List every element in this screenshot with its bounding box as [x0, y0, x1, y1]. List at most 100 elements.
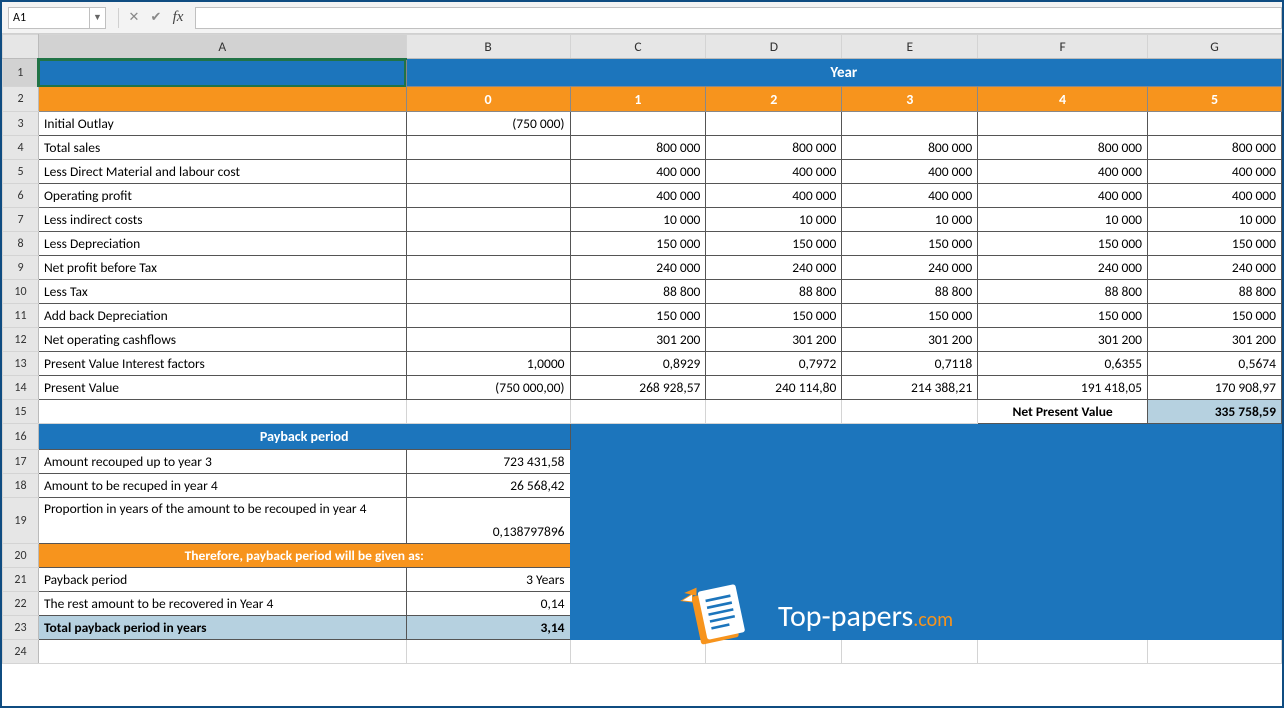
cell[interactable]: 3 Years — [406, 568, 570, 592]
cell[interactable]: 301 200 — [706, 328, 842, 352]
cell[interactable]: 400 000 — [1148, 184, 1282, 208]
label-recuped4[interactable]: Amount to be recuped in year 4 — [38, 474, 406, 498]
cell[interactable] — [570, 640, 706, 664]
cell[interactable] — [706, 640, 842, 664]
row-head-24[interactable]: 24 — [3, 640, 39, 664]
cell[interactable] — [842, 112, 978, 136]
row-head-13[interactable]: 13 — [3, 352, 39, 376]
row-head-14[interactable]: 14 — [3, 376, 39, 400]
cell[interactable]: 800 000 — [842, 136, 978, 160]
cell[interactable]: 88 800 — [706, 280, 842, 304]
cell[interactable] — [978, 112, 1148, 136]
col-head-C[interactable]: C — [570, 35, 706, 59]
cell[interactable]: 10 000 — [706, 208, 842, 232]
cell[interactable] — [570, 400, 706, 424]
label-initial-outlay[interactable]: Initial Outlay — [38, 112, 406, 136]
row-head-4[interactable]: 4 — [3, 136, 39, 160]
cell[interactable]: 800 000 — [570, 136, 706, 160]
cell[interactable]: 150 000 — [706, 304, 842, 328]
cell[interactable]: 0,5674 — [1148, 352, 1282, 376]
cell[interactable] — [978, 640, 1148, 664]
row-head-21[interactable]: 21 — [3, 568, 39, 592]
cell[interactable]: 150 000 — [842, 304, 978, 328]
label-addback[interactable]: Add back Depreciation — [38, 304, 406, 328]
cell[interactable]: 240 000 — [978, 256, 1148, 280]
name-box[interactable]: A1 — [8, 7, 90, 29]
cell-A2[interactable] — [38, 87, 406, 112]
year-header[interactable]: Year — [406, 59, 1281, 87]
cell[interactable] — [406, 280, 570, 304]
cell[interactable]: 400 000 — [570, 160, 706, 184]
cell[interactable]: 240 114,80 — [706, 376, 842, 400]
label-pbperiod[interactable]: Payback period — [38, 568, 406, 592]
cell[interactable]: 0,7118 — [842, 352, 978, 376]
cell[interactable]: 10 000 — [978, 208, 1148, 232]
label-proportion[interactable]: Proportion in years of the amount to be … — [38, 498, 406, 544]
cell[interactable] — [1148, 112, 1282, 136]
col-head-B[interactable]: B — [406, 35, 570, 59]
cell[interactable]: 1,0000 — [406, 352, 570, 376]
label-pvif[interactable]: Present Value Interest factors — [38, 352, 406, 376]
cell[interactable]: 400 000 — [842, 184, 978, 208]
row-head-16[interactable]: 16 — [3, 424, 39, 450]
fx-icon[interactable]: fx — [167, 7, 189, 29]
row-head-17[interactable]: 17 — [3, 450, 39, 474]
cell[interactable] — [570, 112, 706, 136]
cell[interactable]: 150 000 — [978, 304, 1148, 328]
label-op-profit[interactable]: Operating profit — [38, 184, 406, 208]
cell[interactable]: 301 200 — [1148, 328, 1282, 352]
cell[interactable] — [406, 208, 570, 232]
row-head-22[interactable]: 22 — [3, 592, 39, 616]
cell[interactable] — [406, 136, 570, 160]
cell[interactable]: 150 000 — [1148, 304, 1282, 328]
spreadsheet-grid[interactable]: A B C D E F G 1 Year 2 0 1 2 3 4 5 3 Ini… — [2, 34, 1282, 664]
row-head-9[interactable]: 9 — [3, 256, 39, 280]
cell[interactable] — [1148, 640, 1282, 664]
cell[interactable]: 301 200 — [842, 328, 978, 352]
cell[interactable]: 150 000 — [570, 304, 706, 328]
cell[interactable] — [706, 400, 842, 424]
formula-input[interactable] — [195, 7, 1282, 29]
label-recouped3[interactable]: Amount recouped up to year 3 — [38, 450, 406, 474]
row-head-10[interactable]: 10 — [3, 280, 39, 304]
cell[interactable]: 301 200 — [978, 328, 1148, 352]
row-head-23[interactable]: 23 — [3, 616, 39, 640]
cell[interactable] — [406, 304, 570, 328]
row-head-5[interactable]: 5 — [3, 160, 39, 184]
cell[interactable] — [38, 640, 406, 664]
cell[interactable] — [406, 256, 570, 280]
row-head-3[interactable]: 3 — [3, 112, 39, 136]
cell[interactable]: 88 800 — [978, 280, 1148, 304]
cell[interactable]: 170 908,97 — [1148, 376, 1282, 400]
cell[interactable]: 800 000 — [978, 136, 1148, 160]
row-head-20[interactable]: 20 — [3, 544, 39, 568]
row-head-6[interactable]: 6 — [3, 184, 39, 208]
cell[interactable]: 800 000 — [1148, 136, 1282, 160]
cell[interactable]: 400 000 — [570, 184, 706, 208]
cell[interactable] — [406, 232, 570, 256]
cell[interactable]: (750 000,00) — [406, 376, 570, 400]
row-head-1[interactable]: 1 — [3, 59, 39, 87]
cell[interactable] — [842, 640, 978, 664]
label-direct-cost[interactable]: Less Direct Material and labour cost — [38, 160, 406, 184]
col-head-A[interactable]: A — [38, 35, 406, 59]
cell[interactable]: 400 000 — [1148, 160, 1282, 184]
cell[interactable]: 88 800 — [1148, 280, 1282, 304]
cell[interactable]: 240 000 — [842, 256, 978, 280]
col-head-E[interactable]: E — [842, 35, 978, 59]
cell[interactable]: 301 200 — [570, 328, 706, 352]
payback-subtitle[interactable]: Therefore, payback period will be given … — [38, 544, 570, 568]
cell[interactable]: 26 568,42 — [406, 474, 570, 498]
cell[interactable]: 191 418,05 — [978, 376, 1148, 400]
cell[interactable]: 240 000 — [706, 256, 842, 280]
label-tax[interactable]: Less Tax — [38, 280, 406, 304]
year-5[interactable]: 5 — [1148, 87, 1282, 112]
cell[interactable]: 88 800 — [570, 280, 706, 304]
cell[interactable]: 0,6355 — [978, 352, 1148, 376]
cell-B3[interactable]: (750 000) — [406, 112, 570, 136]
cell[interactable]: 268 928,57 — [570, 376, 706, 400]
label-indirect[interactable]: Less indirect costs — [38, 208, 406, 232]
label-depreciation[interactable]: Less Depreciation — [38, 232, 406, 256]
npv-value[interactable]: 335 758,59 — [1148, 400, 1282, 424]
col-head-G[interactable]: G — [1148, 35, 1282, 59]
